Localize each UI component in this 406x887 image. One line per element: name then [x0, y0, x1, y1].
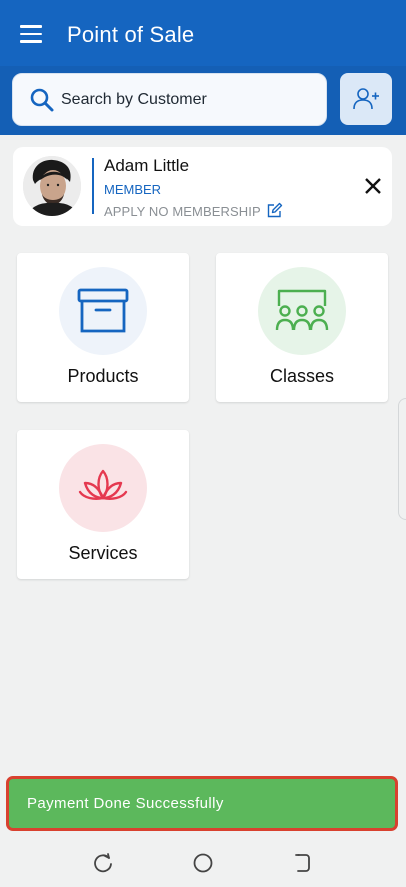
side-panel-handle[interactable] [398, 398, 406, 520]
customer-name: Adam Little [104, 156, 190, 175]
products-label: Products [67, 366, 139, 386]
recent-apps-icon[interactable] [91, 851, 115, 875]
products-tile[interactable]: Products [17, 253, 189, 402]
services-label: Services [68, 543, 138, 563]
lotus-icon [78, 469, 128, 500]
archive-box-icon [77, 288, 129, 333]
home-icon[interactable] [191, 851, 215, 875]
payment-success-toast: Payment Done Successfully [6, 776, 398, 831]
hamburger-menu-icon[interactable] [20, 25, 42, 43]
classes-label: Classes [269, 366, 335, 386]
search-icon [30, 88, 54, 111]
toast-message: Payment Done Successfully [27, 795, 224, 812]
close-icon[interactable] [362, 175, 384, 197]
classes-tile[interactable]: Classes [216, 253, 388, 402]
edit-icon[interactable] [266, 202, 283, 219]
page-title: Point of Sale [67, 22, 195, 47]
services-icon-circle [59, 444, 147, 532]
avatar [23, 156, 81, 216]
products-icon-circle [59, 267, 147, 355]
add-customer-button[interactable] [340, 73, 392, 125]
add-user-icon [353, 88, 379, 110]
classes-icon-circle [258, 267, 346, 355]
search-input[interactable] [61, 90, 301, 109]
services-tile[interactable]: Services [17, 430, 189, 579]
divider [92, 158, 94, 214]
apply-membership-link[interactable]: APPLY NO MEMBERSHIP [104, 204, 261, 219]
selected-customer-card: Adam Little MEMBER APPLY NO MEMBERSHIP [13, 147, 392, 226]
group-class-icon [275, 289, 329, 331]
back-icon[interactable] [290, 851, 314, 875]
customer-tier: MEMBER [104, 182, 162, 197]
customer-search-bar[interactable] [12, 73, 327, 126]
system-nav-bar [0, 837, 406, 887]
